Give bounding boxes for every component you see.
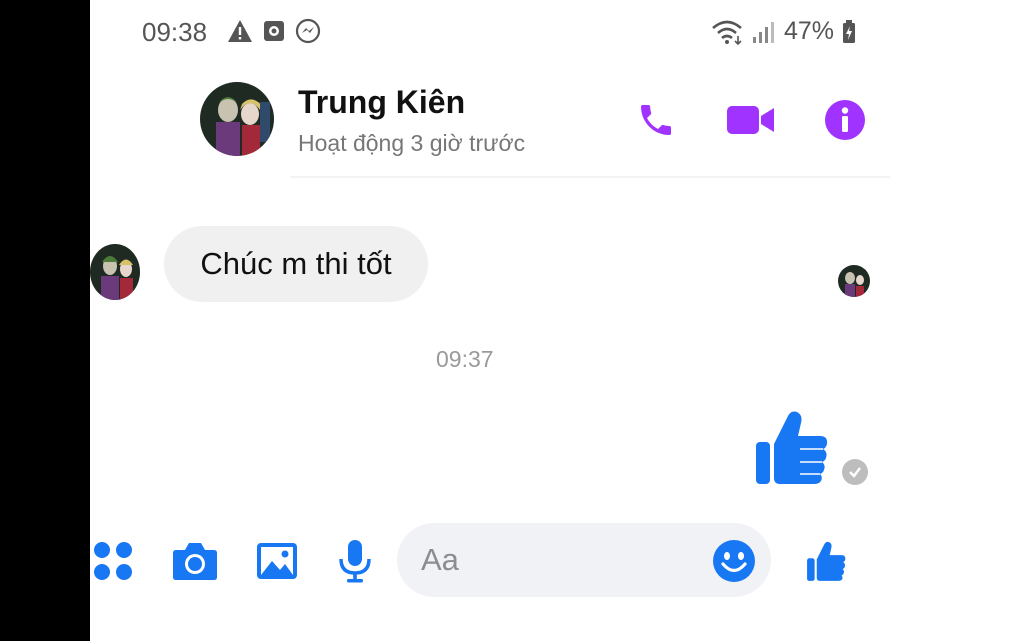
contact-name[interactable]: Trung Kiên xyxy=(298,84,465,121)
menu-dots-icon xyxy=(94,542,132,580)
received-message-text: Chúc m thi tốt xyxy=(200,246,392,281)
received-message-bubble[interactable]: Chúc m thi tốt xyxy=(164,226,428,302)
battery-percent: 47% xyxy=(784,17,835,45)
warning-icon xyxy=(228,20,252,42)
check-icon xyxy=(849,467,861,478)
emoji-icon xyxy=(713,540,755,582)
thumbs-up-icon xyxy=(756,411,828,484)
phone-icon xyxy=(641,105,671,135)
send-like-button[interactable] xyxy=(803,537,851,585)
avatar-image xyxy=(200,82,274,156)
signal-icon xyxy=(753,21,774,43)
status-notification-icons xyxy=(227,18,321,44)
message-timestamp: 09:37 xyxy=(436,346,494,372)
emoji-button[interactable] xyxy=(712,539,756,583)
voice-message-button[interactable] xyxy=(331,537,379,585)
microphone-icon xyxy=(339,540,371,583)
sent-status-check xyxy=(842,459,868,485)
camera-icon xyxy=(173,543,217,580)
messenger-icon xyxy=(295,18,321,44)
battery-icon xyxy=(843,19,856,43)
video-call-icon xyxy=(727,106,774,134)
video-call-button[interactable] xyxy=(726,98,776,142)
gallery-icon xyxy=(257,543,297,579)
wifi-icon xyxy=(712,20,742,45)
more-actions-button[interactable] xyxy=(90,537,138,585)
voice-call-button[interactable] xyxy=(634,98,678,142)
media-icon xyxy=(264,21,284,41)
conversation-info-button[interactable] xyxy=(823,98,867,142)
avatar-image xyxy=(90,244,140,300)
contact-status: Hoạt động 3 giờ trước xyxy=(298,130,526,156)
header-divider xyxy=(290,176,890,178)
info-icon xyxy=(825,100,865,140)
sent-like-message[interactable] xyxy=(754,408,832,486)
contact-avatar[interactable] xyxy=(200,82,274,156)
gallery-button[interactable] xyxy=(253,537,301,585)
camera-button[interactable] xyxy=(171,537,219,585)
status-system-icons: 47% xyxy=(710,17,856,46)
avatar-image xyxy=(838,265,870,297)
messenger-screen: 09:38 47% Trung Kiên Hoạt động 3 giờ trư… xyxy=(90,0,1024,641)
seen-indicator-avatar xyxy=(838,265,870,297)
status-time: 09:38 xyxy=(142,17,208,47)
sender-avatar[interactable] xyxy=(90,244,140,300)
thumbs-up-icon xyxy=(807,541,846,581)
